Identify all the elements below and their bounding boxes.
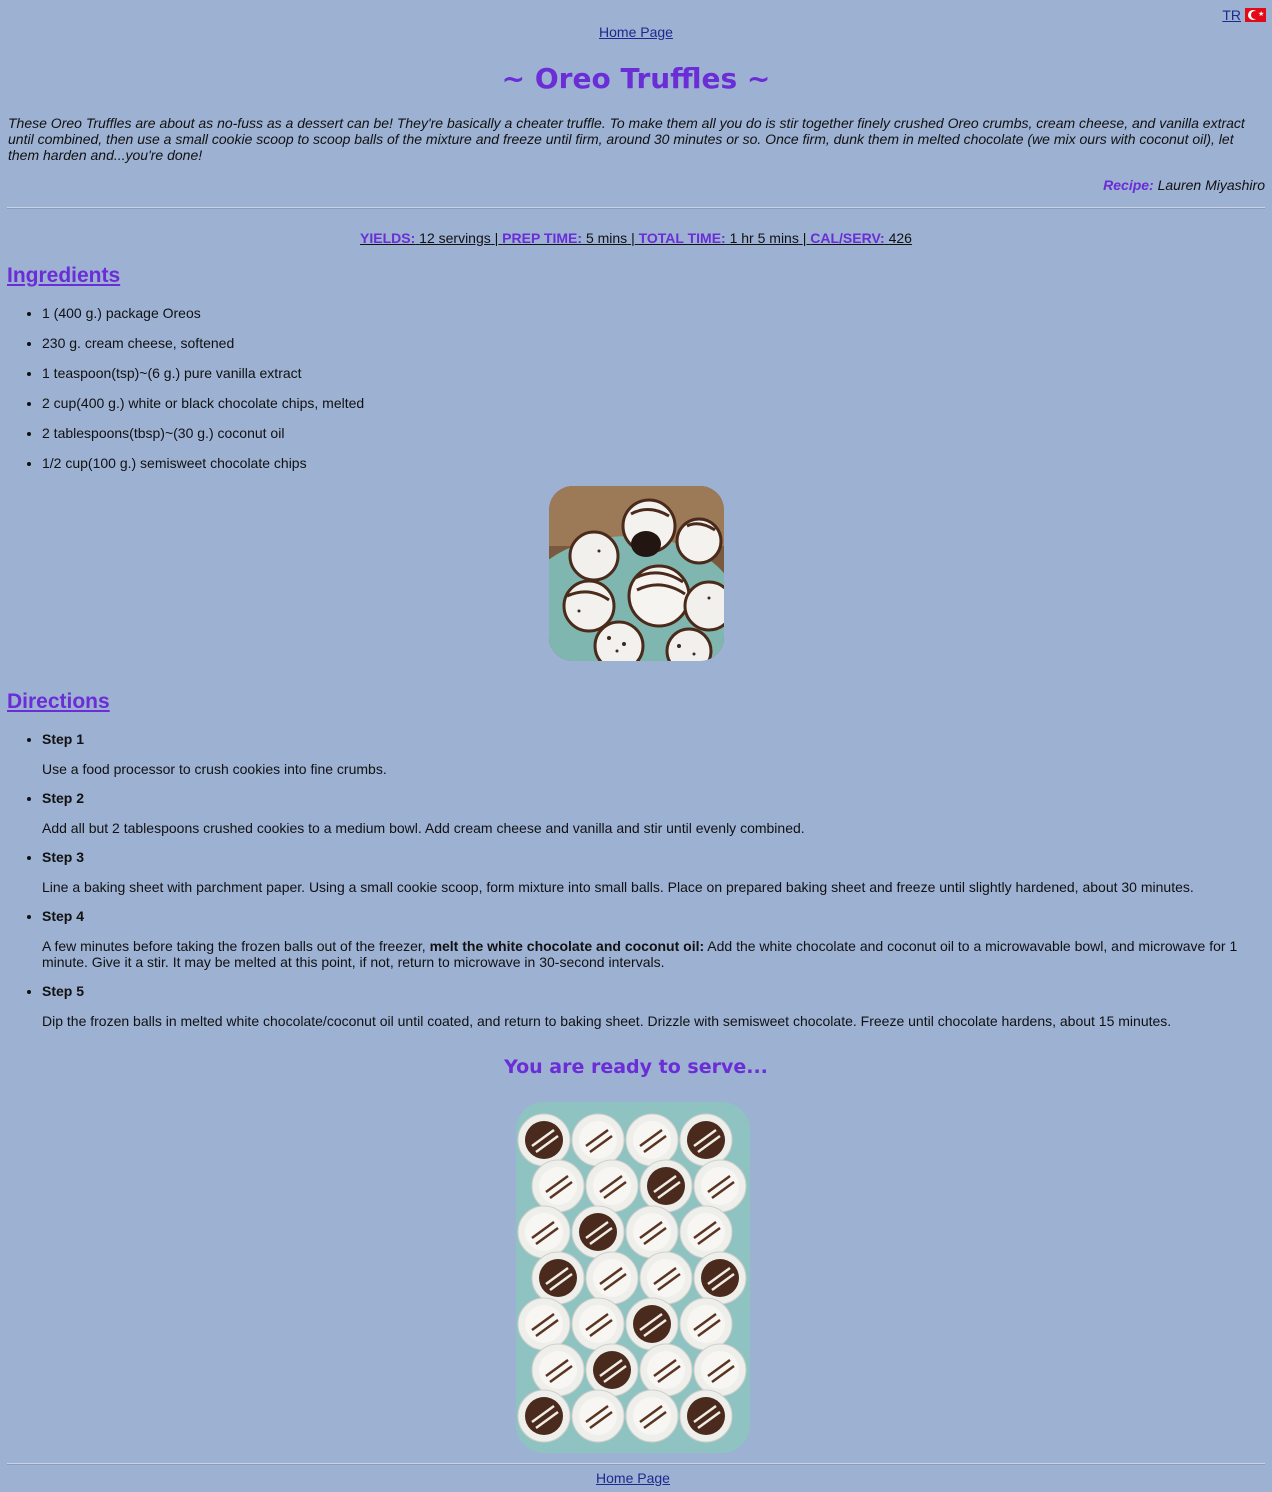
prep-time-label: PREP TIME: bbox=[502, 230, 583, 246]
step-text: A few minutes before taking the frozen b… bbox=[42, 938, 1242, 970]
total-time-label: TOTAL TIME: bbox=[638, 230, 726, 246]
serve-heading: You are ready to serve... bbox=[504, 1056, 768, 1078]
calories-label: CAL/SERV: bbox=[810, 230, 885, 246]
step-title: Step 3 bbox=[42, 849, 85, 865]
total-time-value: 1 hr 5 mins bbox=[729, 230, 799, 246]
home-page-link-bottom[interactable]: Home Page bbox=[596, 1470, 670, 1486]
truffles-platter-photo bbox=[516, 1102, 750, 1453]
direction-step: Step 1 Use a food processor to crush coo… bbox=[42, 731, 1242, 777]
ingredient-item: 2 cup(400 g.) white or black chocolate c… bbox=[42, 395, 364, 425]
direction-step: Step 5 Dip the frozen balls in melted wh… bbox=[42, 983, 1242, 1029]
direction-step: Step 2 Add all but 2 tablespoons crushed… bbox=[42, 790, 1242, 836]
prep-time-value: 5 mins bbox=[585, 230, 628, 246]
step-text: Add all but 2 tablespoons crushed cookie… bbox=[42, 820, 805, 836]
direction-step: Step 4 A few minutes before taking the f… bbox=[42, 908, 1242, 970]
calories-value: 426 bbox=[888, 230, 912, 246]
step-title: Step 1 bbox=[42, 731, 85, 747]
top-nav: Home Page bbox=[0, 24, 1272, 40]
meta-separator: | bbox=[802, 230, 807, 246]
ingredient-item: 2 tablespoons(tbsp)~(30 g.) coconut oil bbox=[42, 425, 364, 455]
ingredient-item: 1 teaspoon(tsp)~(6 g.) pure vanilla extr… bbox=[42, 365, 364, 395]
ingredients-list: 1 (400 g.) package Oreos 230 g. cream ch… bbox=[0, 305, 364, 485]
credit-name: Lauren Miyashiro bbox=[1157, 177, 1265, 193]
language-link-tr[interactable]: TR bbox=[1222, 7, 1241, 23]
recipe-credit: Recipe: Lauren Miyashiro bbox=[1103, 177, 1265, 193]
turkey-flag-icon[interactable]: ★ bbox=[1245, 8, 1266, 22]
step-title: Step 5 bbox=[42, 983, 85, 999]
step-title: Step 4 bbox=[42, 908, 85, 924]
ingredient-item: 230 g. cream cheese, softened bbox=[42, 335, 364, 365]
language-switch: TR ★ bbox=[1222, 7, 1266, 23]
meta-separator: | bbox=[631, 230, 635, 246]
home-page-link[interactable]: Home Page bbox=[599, 24, 673, 40]
directions-heading: Directions bbox=[7, 690, 110, 713]
bottom-nav: Home Page bbox=[0, 1470, 1266, 1486]
credit-label: Recipe: bbox=[1103, 177, 1154, 193]
yields-value: 12 servings bbox=[419, 230, 491, 246]
directions-list: Step 1 Use a food processor to crush coo… bbox=[0, 731, 1242, 1042]
direction-step: Step 3 Line a baking sheet with parchmen… bbox=[42, 849, 1242, 895]
yields-label: YIELDS: bbox=[360, 230, 416, 246]
truffles-bowl-photo bbox=[549, 486, 724, 661]
recipe-intro: These Oreo Truffles are about as no-fuss… bbox=[8, 115, 1245, 163]
step-title: Step 2 bbox=[42, 790, 85, 806]
meta-separator: | bbox=[494, 230, 499, 246]
divider-top bbox=[7, 207, 1265, 209]
step-text: Line a baking sheet with parchment paper… bbox=[42, 879, 1194, 895]
ingredient-item: 1/2 cup(100 g.) semisweet chocolate chip… bbox=[42, 455, 364, 485]
step-text-emphasis: melt the white chocolate and coconut oil… bbox=[429, 938, 705, 954]
ingredients-heading: Ingredients bbox=[7, 264, 121, 287]
recipe-meta: YIELDS: 12 servings | PREP TIME: 5 mins … bbox=[0, 230, 1272, 246]
page-title: ~ Oreo Truffles ~ bbox=[501, 62, 771, 95]
step-text-part: A few minutes before taking the frozen b… bbox=[42, 938, 426, 954]
ingredient-item: 1 (400 g.) package Oreos bbox=[42, 305, 364, 335]
step-text: Dip the frozen balls in melted white cho… bbox=[42, 1013, 1172, 1029]
step-text: Use a food processor to crush cookies in… bbox=[42, 761, 387, 777]
divider-bottom bbox=[7, 1463, 1265, 1465]
